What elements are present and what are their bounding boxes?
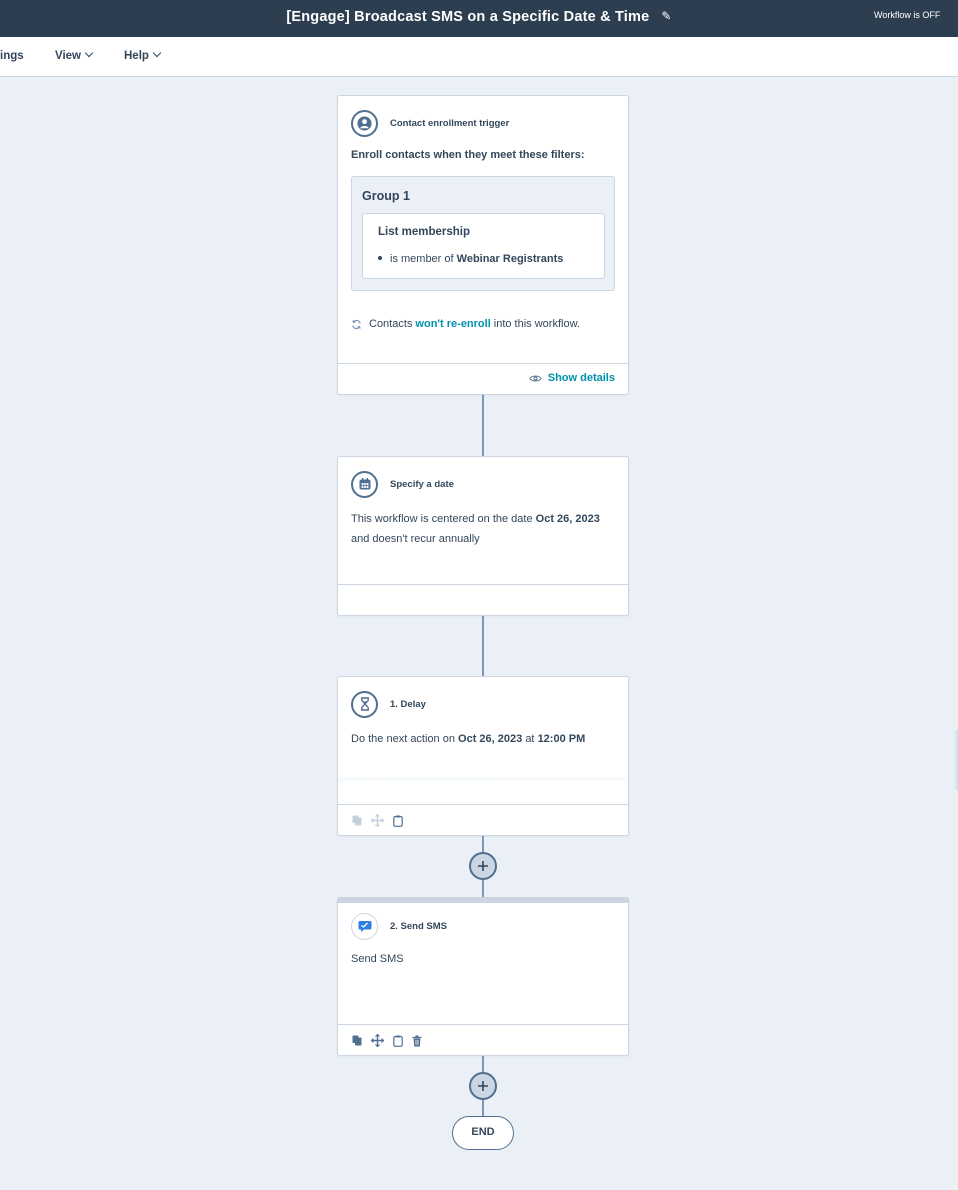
filter-title: List membership (378, 226, 471, 238)
fade-divider (338, 777, 628, 785)
filter-prefix: is member of (390, 253, 454, 265)
plus-icon (478, 861, 488, 871)
add-action-button[interactable] (469, 852, 497, 880)
filter-condition: is member of Webinar Registrants (378, 253, 563, 265)
specify-date-card[interactable]: Specify a date This workflow is centered… (337, 456, 629, 616)
filter-value: Webinar Registrants (456, 253, 564, 265)
sms-description: Send SMS (351, 953, 404, 965)
delay-tools (352, 814, 403, 827)
plus-icon (478, 1081, 488, 1091)
connector-line (482, 615, 484, 676)
card-top-accent (337, 897, 629, 903)
delay-description: Do the next action on Oct 26, 2023 at 12… (351, 729, 616, 749)
copy-icon[interactable] (352, 1035, 362, 1046)
date-footer (338, 584, 628, 615)
delay-step-card[interactable]: 1. Delay Do the next action on Oct 26, 2… (337, 676, 629, 836)
top-bar: [Engage] Broadcast SMS on a Specific Dat… (0, 0, 958, 37)
delay-time: 12:00 PM (537, 733, 586, 745)
chevron-down-icon (152, 48, 162, 58)
pencil-icon[interactable]: ✎ (661, 0, 671, 33)
trigger-header: Contact enrollment trigger (351, 109, 509, 137)
reenroll-suffix: into this workflow. (493, 318, 580, 330)
reenroll-note: Contacts won't re-enroll into this workf… (351, 318, 580, 330)
trigger-title: Contact enrollment trigger (390, 117, 510, 129)
date-value: Oct 26, 2023 (535, 513, 600, 525)
date-description: This workflow is centered on the date Oc… (351, 509, 616, 549)
connector-line (482, 395, 484, 456)
move-icon[interactable] (371, 1034, 384, 1047)
side-panel-handle[interactable] (954, 730, 958, 790)
sms-title: 2. Send SMS (390, 920, 448, 932)
add-action-button[interactable] (469, 1072, 497, 1100)
clipboard-icon[interactable] (393, 815, 403, 827)
move-icon[interactable] (371, 814, 384, 827)
show-details-label: Show details (547, 372, 615, 384)
eye-icon (529, 375, 542, 381)
menu-bar: ings View Help (0, 37, 958, 77)
menu-view-label: View (55, 50, 81, 62)
menu-help-label: Help (124, 50, 149, 62)
reenroll-prefix: Contacts (369, 318, 413, 330)
date-header: Specify a date (351, 470, 454, 498)
workflow-status: Workflow is OFF (874, 10, 941, 20)
copy-icon[interactable] (352, 815, 362, 826)
delay-date: Oct 26, 2023 (458, 733, 523, 745)
workflow-title[interactable]: [Engage] Broadcast SMS on a Specific Dat… (0, 0, 958, 37)
reenroll-link[interactable]: won't re-enroll (415, 318, 490, 330)
chevron-down-icon (84, 48, 94, 58)
refresh-icon (351, 319, 362, 330)
sms-header: 2. Send SMS (351, 912, 447, 940)
filter-group: Group 1 List membership is member of Web… (351, 176, 615, 291)
hourglass-icon (351, 690, 378, 718)
delay-text-mid: at (525, 733, 535, 745)
filter-list-membership[interactable]: List membership is member of Webinar Reg… (362, 213, 605, 279)
menu-view[interactable]: View (55, 37, 94, 77)
clipboard-icon[interactable] (393, 1035, 403, 1047)
trash-icon[interactable] (412, 1035, 422, 1047)
enrollment-trigger-card[interactable]: Contact enrollment trigger Enroll contac… (337, 95, 629, 395)
contact-icon (351, 109, 378, 137)
trigger-intro: Enroll contacts when they meet these fil… (351, 149, 585, 161)
sms-footer (338, 1024, 628, 1055)
calendar-icon (351, 470, 378, 498)
end-node: END (452, 1116, 514, 1150)
show-details-button[interactable]: Show details (529, 372, 615, 384)
date-title: Specify a date (390, 478, 454, 490)
menu-help[interactable]: Help (124, 37, 162, 77)
delay-title: 1. Delay (390, 698, 426, 710)
date-text-prefix: This workflow is centered on the date (351, 513, 533, 525)
send-sms-step-card[interactable]: 2. Send SMS Send SMS (337, 897, 629, 1056)
menu-settings[interactable]: ings (0, 37, 24, 77)
delay-header: 1. Delay (351, 690, 426, 718)
group-title: Group 1 (362, 189, 410, 203)
delay-footer (338, 804, 628, 835)
bullet (378, 256, 382, 260)
menu-settings-label: ings (0, 50, 24, 62)
date-text-suffix: and doesn't recur annually (351, 533, 480, 545)
delay-text-prefix: Do the next action on (351, 733, 455, 745)
workflow-title-text: [Engage] Broadcast SMS on a Specific Dat… (286, 9, 650, 25)
sms-icon (351, 912, 378, 940)
sms-tools (352, 1034, 422, 1047)
trigger-footer: Show details (338, 363, 628, 394)
